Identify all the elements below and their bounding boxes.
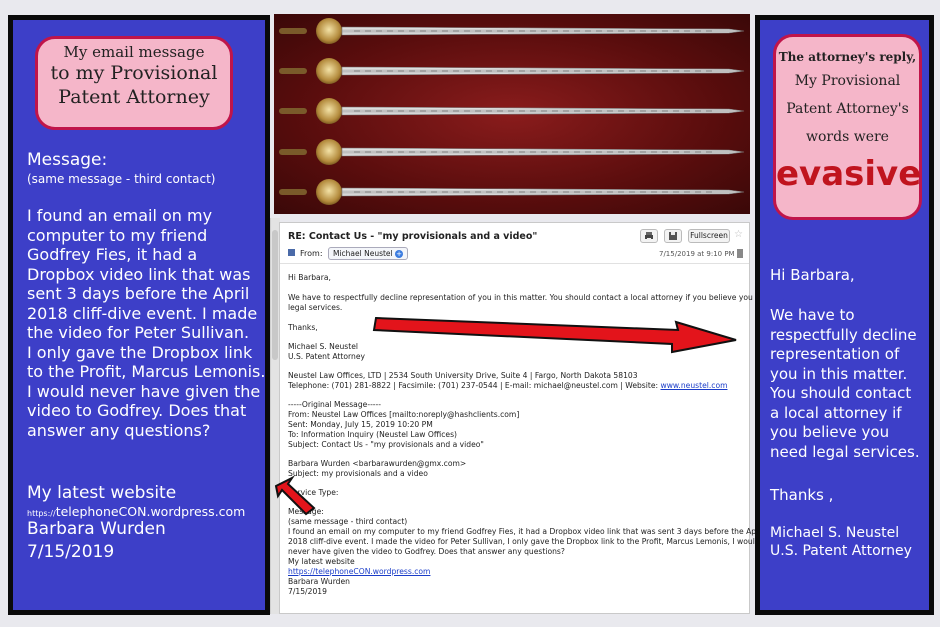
orig-sent: Sent: Monday, July 15, 2019 10:20 PM <box>288 420 433 429</box>
msg-date: 7/15/2019 <box>288 587 327 596</box>
website-label: My latest website <box>27 483 177 503</box>
reply-body: We have to respectfully decline represen… <box>770 306 932 462</box>
message-line2: 2018 cliff-dive event. I made the video … <box>288 537 760 546</box>
save-icon <box>669 232 677 240</box>
message-heading: Message: <box>27 150 108 170</box>
print-button[interactable] <box>640 229 658 243</box>
reply-line: you believe you <box>770 423 890 441</box>
from-name: Michael Neustel <box>333 249 393 258</box>
sword <box>279 139 745 165</box>
fullscreen-button[interactable]: Fullscreen <box>688 229 730 243</box>
add-contact-icon[interactable]: + <box>395 250 404 258</box>
save-button[interactable] <box>664 229 682 243</box>
email-phone-line: Telephone: (701) 281-8822 | Facsimile: (… <box>288 381 728 391</box>
message-line: sent 3 days before the April <box>27 284 250 303</box>
message-line: the video for Peter Sullivan. <box>27 323 250 342</box>
speech-bubble-left: My email message to my Provisional Paten… <box>35 36 233 130</box>
reply-line: respectfully decline <box>770 325 917 344</box>
orig-to: To: Information Inquiry (Neustel Law Off… <box>288 430 458 439</box>
bubble-right-line4: words were <box>806 129 889 145</box>
bubble-right-line3: Patent Attorney's <box>786 101 909 117</box>
left-panel: My email message to my Provisional Paten… <box>8 15 270 615</box>
reply-line: need legal services. <box>770 442 920 461</box>
message-line: Dropbox video link that was <box>27 264 251 284</box>
attachment-icon <box>737 249 743 258</box>
website-url-text: telephoneCON.wordpress.com <box>55 504 246 519</box>
bubble-left-line2: to my Provisional <box>50 62 218 84</box>
from-chip[interactable]: Michael Neustel + <box>328 247 409 260</box>
from-label: From: <box>300 249 323 258</box>
message-sub: (same message - third contact) <box>288 517 408 526</box>
orig-subject: Subject: Contact Us - "my provisionals a… <box>288 440 484 449</box>
email-sig-title: U.S. Patent Attorney <box>288 352 365 361</box>
reply-line: you in this matter. <box>770 364 908 383</box>
msg-site-link[interactable]: https://telephoneCON.wordpress.com <box>288 567 430 577</box>
bubble-right-line1: The attorney's reply, <box>778 50 917 64</box>
message-subheading: (same message - third contact) <box>27 172 216 186</box>
email-sig-name: Michael S. Neustel <box>288 342 359 351</box>
email-greeting: Hi Barbara, <box>288 273 331 282</box>
sender-icon <box>288 249 295 256</box>
message-line: 2018 cliff-dive event. I made <box>27 303 258 323</box>
email-date: 7/15/2019 at 9:10 PM <box>659 250 735 258</box>
message-line: to the Profit, Marcus Lemonis. <box>27 362 266 381</box>
sender-line: Barbara Wurden <barbarawurden@gmx.com> <box>288 459 467 468</box>
message-line: answer any questions? <box>27 420 211 440</box>
website-link[interactable]: www.neustel.com <box>661 381 728 390</box>
email-subject: RE: Contact Us - "my provisionals and a … <box>288 231 538 242</box>
website-url[interactable]: https://telephoneCON.wordpress.com <box>27 504 245 519</box>
reply-line: a local attorney if <box>770 403 902 422</box>
author-name: Barbara Wurden <box>27 519 166 539</box>
message-line: computer to my friend <box>27 225 208 245</box>
message-line: I found an email on my <box>27 206 213 225</box>
email-body-line1: We have to respectfully decline represen… <box>288 293 775 302</box>
orig-from: From: Neustel Law Offices [mailto:norepl… <box>288 410 520 419</box>
swords-image <box>274 14 750 214</box>
bubble-right-emphasis: evasive <box>776 154 922 194</box>
bubble-left-line1: My email message <box>63 43 205 61</box>
service-type: Service Type: <box>288 488 339 497</box>
swords-illustration <box>279 18 745 205</box>
website-url-prefix: https:// <box>27 509 56 518</box>
email-office-line: Neustel Law Offices, LTD | 2534 South Un… <box>288 371 638 380</box>
scrollbar-thumb[interactable] <box>272 230 278 360</box>
reply-line: We have to <box>770 306 855 324</box>
author-date: 7/15/2019 <box>27 542 115 562</box>
message-line3: never have given the video to Godfrey. D… <box>288 547 565 556</box>
email-thanks: Thanks, <box>288 323 318 332</box>
email-window: RE: Contact Us - "my provisionals and a … <box>279 222 774 614</box>
message-line: I only gave the Dropbox link <box>27 342 253 362</box>
original-header: -----Original Message----- <box>288 400 382 409</box>
message-body: I found an email on my computer to my fr… <box>27 206 267 440</box>
message-label: Message: <box>288 507 324 516</box>
bubble-right-line2: My Provisional <box>794 73 901 89</box>
sword <box>279 18 745 44</box>
sword <box>279 98 745 124</box>
right-panel: The attorney's reply, My Provisional Pat… <box>755 15 934 615</box>
bubble-left-line3: Patent Attorney <box>58 86 210 108</box>
msg-name: Barbara Wurden <box>288 577 350 586</box>
star-icon[interactable]: ☆ <box>734 229 743 240</box>
sword <box>279 179 745 205</box>
reply-line: representation of <box>770 345 900 363</box>
sender-subject: Subject: my provisionals and a video <box>288 469 428 478</box>
reply-line: You should contact <box>770 384 912 402</box>
phone-text: Telephone: (701) 281-8822 | Facsimile: (… <box>288 381 661 390</box>
email-body-line2: legal services. <box>288 303 343 312</box>
reply-signature-title: U.S. Patent Attorney <box>770 543 912 559</box>
reply-signature-name: Michael S. Neustel <box>770 525 900 541</box>
message-line: I would never have given the <box>27 381 261 401</box>
speech-bubble-right: The attorney's reply, My Provisional Pat… <box>773 34 922 220</box>
sword <box>279 58 745 84</box>
reply-greeting: Hi Barbara, <box>770 266 855 284</box>
message-line: Godfrey Fies, it had a <box>27 245 198 264</box>
msg-site-label: My latest website <box>288 557 355 566</box>
reply-thanks: Thanks , <box>770 486 834 504</box>
message-line: video to Godfrey. Does that <box>27 401 247 420</box>
message-line1: I found an email on my computer to my fr… <box>288 527 764 536</box>
print-icon <box>645 232 653 240</box>
header-divider <box>280 263 749 264</box>
